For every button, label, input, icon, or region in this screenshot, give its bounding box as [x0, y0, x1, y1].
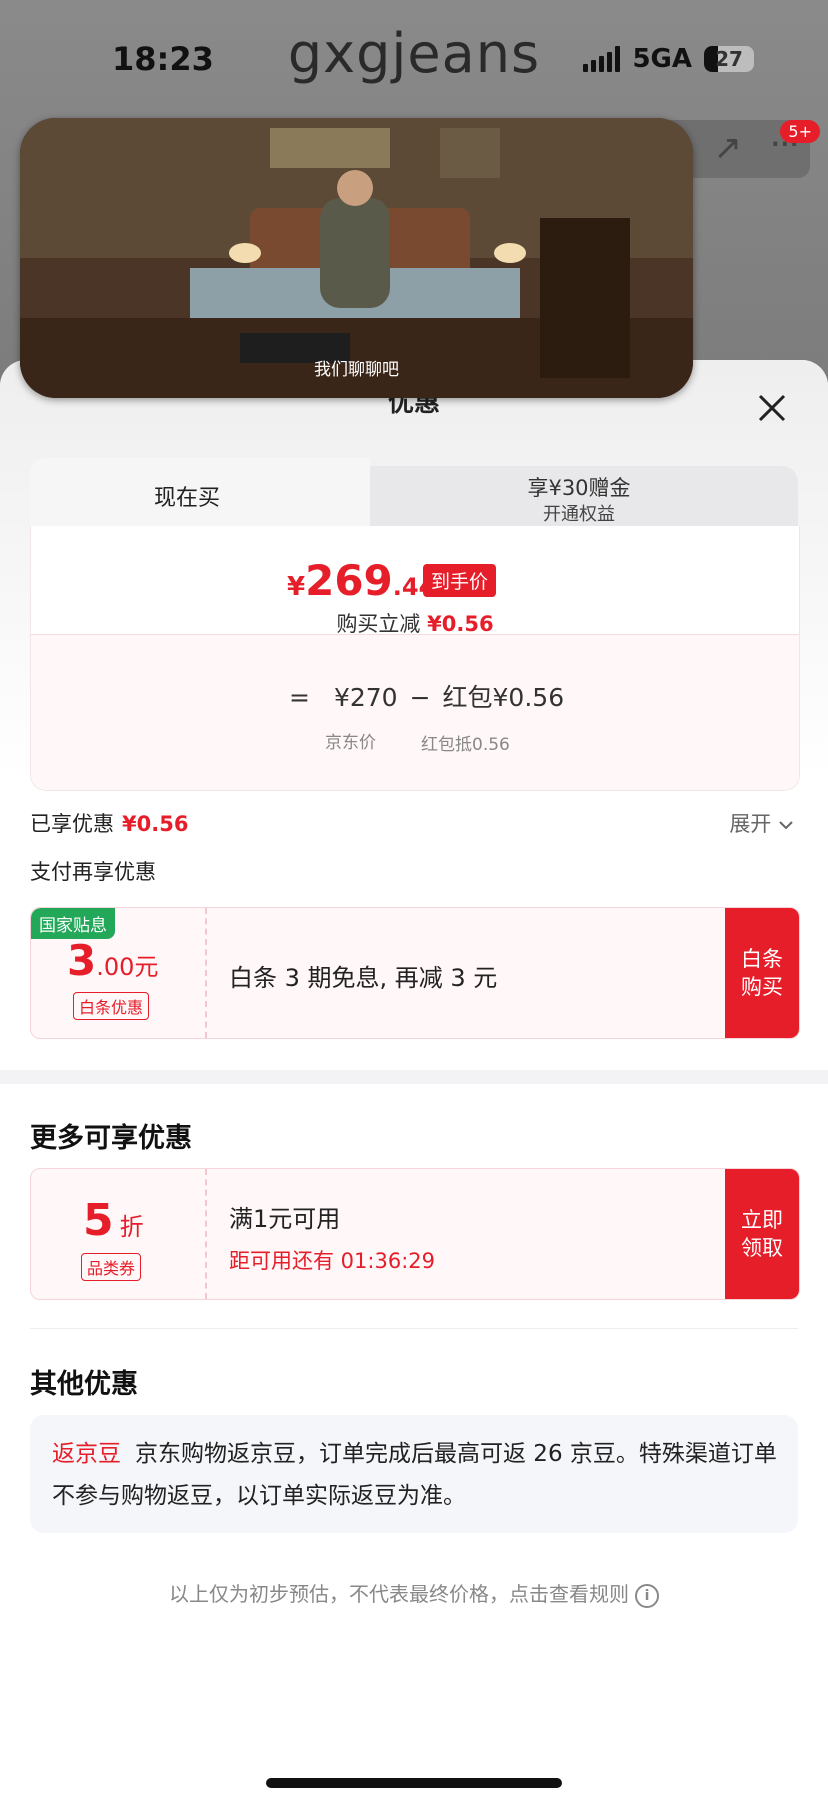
- divider: [30, 1328, 798, 1329]
- jingdou-label: 返京豆: [52, 1441, 121, 1467]
- baitiao-coupon: 国家贴息 3.00元 白条优惠 白条 3 期免息, 再减 3 元 白条 购买: [30, 907, 800, 1039]
- expand-button[interactable]: 展开: [729, 808, 794, 838]
- jingdou-rebate-box: 返京豆 京东购物返京豆，订单完成后最高可返 26 京豆。特殊渠道订单不参与购物返豆…: [30, 1415, 798, 1533]
- category-coupon: 5折 品类券 满1元可用 距可用还有 01:36:29 立即 领取: [30, 1168, 800, 1300]
- coupon-amount: 3.00元: [67, 936, 159, 985]
- section-divider: [0, 1070, 828, 1084]
- other-discounts-title: 其他优惠: [30, 1369, 138, 1400]
- coupon-description: 白条 3 期免息, 再减 3 元: [229, 964, 498, 992]
- coupon-condition: 满1元可用: [229, 1205, 341, 1233]
- floating-video-player[interactable]: 我们聊聊吧: [20, 118, 693, 398]
- price-card: ¥269.44 到手价 购买立减 ¥0.56 = ¥270− 红包¥0.56 京东价…: [30, 526, 800, 791]
- status-indicators: 5GA 27: [583, 44, 754, 74]
- video-subtitle: 我们聊聊吧: [314, 360, 399, 380]
- battery-icon: 27: [704, 46, 754, 72]
- discount-sheet: 优惠 享¥30赠金 开通权益 现在买 ¥269.44 到手价 购买立减 ¥0.5…: [0, 360, 828, 1800]
- tab-buy-now[interactable]: 现在买: [30, 458, 370, 528]
- price-tabs: 享¥30赠金 开通权益 现在买: [30, 458, 798, 528]
- notification-badge: 5+: [780, 120, 820, 143]
- rules-link[interactable]: 以上仅为初步预估，不代表最终价格，点击查看规则 i: [0, 1578, 828, 1608]
- close-icon[interactable]: [754, 390, 790, 426]
- info-icon: i: [635, 1583, 659, 1608]
- coupon-tag: 白条优惠: [73, 992, 150, 1020]
- redpack-label: 红包抵0.56: [421, 735, 510, 755]
- more-discounts-title: 更多可享优惠: [30, 1123, 192, 1154]
- final-price-tag: 到手价: [423, 564, 497, 597]
- national-subsidy-badge: 国家贴息: [31, 908, 115, 939]
- coupon-countdown: 距可用还有 01:36:29: [229, 1249, 435, 1273]
- baitiao-buy-button[interactable]: 白条 购买: [725, 908, 799, 1038]
- jingdou-description: 京东购物返京豆，订单完成后最高可返 26 京豆。特殊渠道订单不参与购物返豆，以订…: [52, 1441, 777, 1509]
- final-price: ¥269.44: [287, 556, 436, 605]
- network-type: 5GA: [632, 44, 692, 74]
- home-indicator: [266, 1778, 562, 1788]
- claim-coupon-button[interactable]: 立即 领取: [725, 1169, 799, 1299]
- coupon-discount: 5折: [83, 1195, 144, 1246]
- original-price-label: 京东价: [325, 733, 376, 753]
- pay-more-title: 支付再享优惠: [30, 860, 156, 884]
- chevron-down-icon: [779, 821, 793, 830]
- coupon-tag: 品类券: [81, 1253, 142, 1281]
- price-formula: = ¥270− 红包¥0.56: [289, 683, 565, 712]
- tab-membership[interactable]: 享¥30赠金 开通权益: [360, 466, 798, 528]
- share-icon[interactable]: ↗: [714, 128, 743, 168]
- signal-icon: [583, 46, 621, 72]
- enjoyed-discount: 已享优惠 ¥0.56: [30, 812, 189, 836]
